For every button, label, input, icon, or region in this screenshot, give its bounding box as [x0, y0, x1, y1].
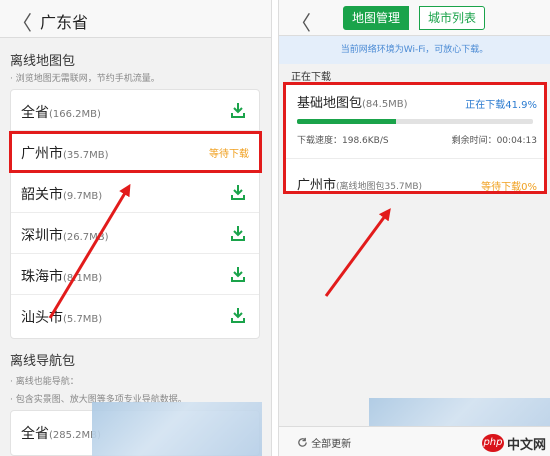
wifi-notice: 当前网络环境为Wi-Fi，可放心下载。 [279, 36, 550, 64]
refresh-icon [298, 437, 307, 447]
item-size: (166.2MB) [49, 109, 101, 120]
item-size: (9.7MB) [63, 191, 103, 202]
list-item-shenzhen[interactable]: 深圳市(26.7MB) [11, 213, 259, 254]
watermark-text: 中文网 [506, 437, 546, 453]
list-item-shantou[interactable]: 汕头市(5.7MB) [11, 295, 259, 336]
download-icon[interactable] [231, 266, 245, 282]
item-name: 汕头市 [21, 310, 63, 326]
back-icon[interactable]: 〈 [291, 7, 311, 36]
tab-bar: 〈 地图管理 城市列表 [279, 0, 550, 36]
top-bar: 〈 广东省 [0, 0, 271, 38]
download-icon[interactable] [231, 225, 245, 241]
list-item-shaoguan[interactable]: 韶关市(9.7MB) [11, 172, 259, 213]
offline-map-note: · 浏览地图无需联网，节约手机流量。 [10, 74, 160, 84]
tab-map-manage[interactable]: 地图管理 [343, 6, 410, 30]
blurred-ad [92, 402, 262, 456]
download-icon[interactable] [231, 307, 245, 323]
item-name: 珠海市 [21, 269, 63, 285]
offline-nav-heading: 离线导航包 [10, 354, 76, 369]
tab-city-list[interactable]: 城市列表 [419, 6, 486, 30]
right-screen: 〈 地图管理 城市列表 当前网络环境为Wi-Fi，可放心下载。 正在下载 基础地… [278, 0, 550, 456]
back-icon[interactable]: 〈 [12, 7, 32, 36]
item-size: (26.7MB) [63, 232, 109, 243]
item-name: 全省 [21, 426, 49, 442]
offline-map-list: 全省(166.2MB) 广州市(35.7MB) 等待下载 韶关市(9.7MB) … [10, 89, 260, 339]
watermark-logo: php [481, 434, 504, 452]
update-all-button[interactable]: 全部更新 [297, 435, 351, 450]
offline-map-heading: 离线地图包 [10, 54, 76, 69]
item-name: 深圳市 [21, 228, 63, 244]
page-title: 广东省 [40, 13, 89, 32]
update-all-label: 全部更新 [311, 439, 352, 450]
highlight-box [9, 131, 262, 173]
item-size: (8.1MB) [63, 273, 103, 284]
site-watermark: php 中文网 [481, 432, 546, 454]
download-icon[interactable] [231, 102, 245, 118]
item-name: 全省 [21, 105, 49, 121]
download-icon[interactable] [231, 184, 245, 200]
list-item-zhuhai[interactable]: 珠海市(8.1MB) [11, 254, 259, 295]
list-item-province[interactable]: 全省(166.2MB) [11, 90, 259, 131]
highlight-box [283, 82, 547, 194]
offline-nav-note-1: · 离线也能导航： [10, 377, 79, 387]
downloading-heading: 正在下载 [291, 72, 331, 83]
item-size: (5.7MB) [63, 314, 103, 325]
item-name: 韶关市 [21, 187, 63, 203]
left-screen: 〈 广东省 离线地图包 · 浏览地图无需联网，节约手机流量。 全省(166.2M… [0, 0, 272, 456]
